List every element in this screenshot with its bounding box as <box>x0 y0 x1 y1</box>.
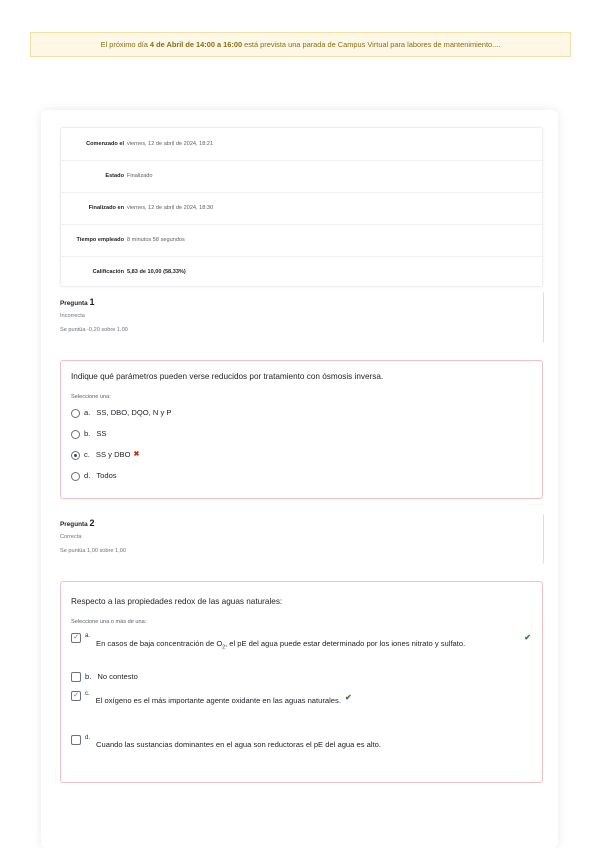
summary-label: Comenzado el <box>86 141 124 147</box>
question-text: Indique qué parámetros pueden verse redu… <box>71 372 384 381</box>
option-letter: d. <box>85 735 91 741</box>
option-text: Todos <box>96 471 117 480</box>
option-letter: b. <box>85 672 92 681</box>
summary-label: Calificación <box>92 269 124 275</box>
question-number: Pregunta 2 <box>60 518 95 528</box>
answer-option-b[interactable]: b. SS <box>71 429 531 439</box>
question-grade: Se puntúa -0,20 sobre 1,00 <box>60 327 128 333</box>
option-text-start: En casos de baja concentración de O <box>96 639 223 648</box>
radio-button[interactable] <box>71 430 80 439</box>
attempt-summary-table: Comenzado el viernes, 12 de abril de 202… <box>60 127 543 287</box>
summary-row-grade: Calificación 5,83 de 10,00 (58,33%) <box>61 256 542 288</box>
summary-row-completed: Finalizado en viernes, 12 de abril de 20… <box>61 192 542 225</box>
summary-row-time-taken: Tiempo empleado 8 minutos 58 segundos <box>61 224 542 257</box>
check-icon: ✔ <box>524 633 531 642</box>
question-state: Incorrecta <box>60 313 85 319</box>
question-number-value: 2 <box>89 518 95 528</box>
answer-option-d[interactable]: d. Cuando las sustancias dominantes en e… <box>71 735 531 749</box>
option-text: Cuando las sustancias dominantes en el a… <box>96 740 381 749</box>
question-label: Pregunta <box>60 300 88 307</box>
option-letter: a. <box>85 633 91 639</box>
check-icon: ✔ <box>344 693 352 702</box>
summary-label: Finalizado en <box>88 205 124 211</box>
summary-row-state: Estado Finalizado <box>61 160 542 193</box>
answer-option-a[interactable]: ✓ a. En casos de baja concentración de O… <box>71 633 531 654</box>
question-2-content: Respecto a las propiedades redox de las … <box>60 581 543 783</box>
option-letter: d. <box>84 471 91 480</box>
question-1-content: Indique qué parámetros pueden verse redu… <box>60 360 543 499</box>
question-2-info: Pregunta 2 Correcta Se puntúa 1,00 sobre… <box>60 514 544 564</box>
option-text: SS y DBO <box>95 450 131 459</box>
radio-button[interactable] <box>71 409 80 418</box>
radio-button-selected[interactable] <box>71 451 80 460</box>
answer-option-c[interactable]: ✓ c. El oxígeno es el más importante age… <box>71 691 531 705</box>
answer-option-d[interactable]: d. Todos <box>71 471 531 481</box>
option-letter: b. <box>84 429 91 438</box>
notice-suffix: está prevista una parada de Campus Virtu… <box>242 40 501 49</box>
summary-value: 5,83 de 10,00 (58,33%) <box>127 269 186 275</box>
notice-prefix: El próximo día <box>100 40 150 49</box>
summary-row-started: Comenzado el viernes, 12 de abril de 202… <box>61 128 542 161</box>
option-letter: a. <box>84 408 91 417</box>
checkbox-checked[interactable]: ✓ <box>71 633 81 643</box>
summary-label: Tiempo empleado <box>76 237 124 243</box>
summary-label: Estado <box>105 173 124 179</box>
answer-option-c[interactable]: c. SS y DBO ✖ <box>71 450 531 460</box>
maintenance-notice: El próximo día 4 de Abril de 14:00 a 16:… <box>30 32 571 57</box>
notice-date: 4 de Abril de 14:00 a 16:00 <box>149 40 243 49</box>
question-grade: Se puntúa 1,00 sobre 1,00 <box>60 548 126 554</box>
summary-value: 8 minutos 58 segundos <box>127 237 185 243</box>
question-state: Correcta <box>60 534 82 540</box>
option-text: SS <box>96 429 107 438</box>
checkbox[interactable] <box>71 735 81 745</box>
question-number-value: 1 <box>89 297 95 307</box>
summary-value: Finalizado <box>127 173 153 179</box>
option-text: No contesto <box>97 672 138 681</box>
option-text: SS, DBO, DQO, N y P <box>96 408 172 417</box>
question-number: Pregunta 1 <box>60 297 95 307</box>
answer-option-a[interactable]: a. SS, DBO, DQO, N y P <box>71 408 531 418</box>
question-text: Respecto a las propiedades redox de las … <box>71 597 283 606</box>
option-text: En casos de baja concentración de O2, el… <box>96 638 520 654</box>
answer-prompt: Seleccione una: <box>71 394 111 400</box>
checkbox[interactable] <box>71 672 81 682</box>
answer-option-b[interactable]: b. No contesto <box>71 672 531 682</box>
summary-value: viernes, 12 de abril de 2024, 18:21 <box>127 141 214 147</box>
checkbox-checked[interactable]: ✓ <box>71 691 81 701</box>
answer-prompt: Seleccione una o más de una: <box>71 619 147 625</box>
option-text-end: , el pE del agua puede estar determinado… <box>225 639 466 648</box>
question-label: Pregunta <box>60 521 88 528</box>
option-letter: c. <box>85 691 90 697</box>
cross-icon: ✖ <box>133 451 140 458</box>
summary-value: viernes, 12 de abril de 2024, 18:30 <box>127 205 214 211</box>
option-letter: c. <box>84 450 90 459</box>
question-1-info: Pregunta 1 Incorrecta Se puntúa -0,20 so… <box>60 292 544 343</box>
radio-button[interactable] <box>71 472 80 481</box>
option-text: El oxígeno es el más importante agente o… <box>95 696 341 705</box>
